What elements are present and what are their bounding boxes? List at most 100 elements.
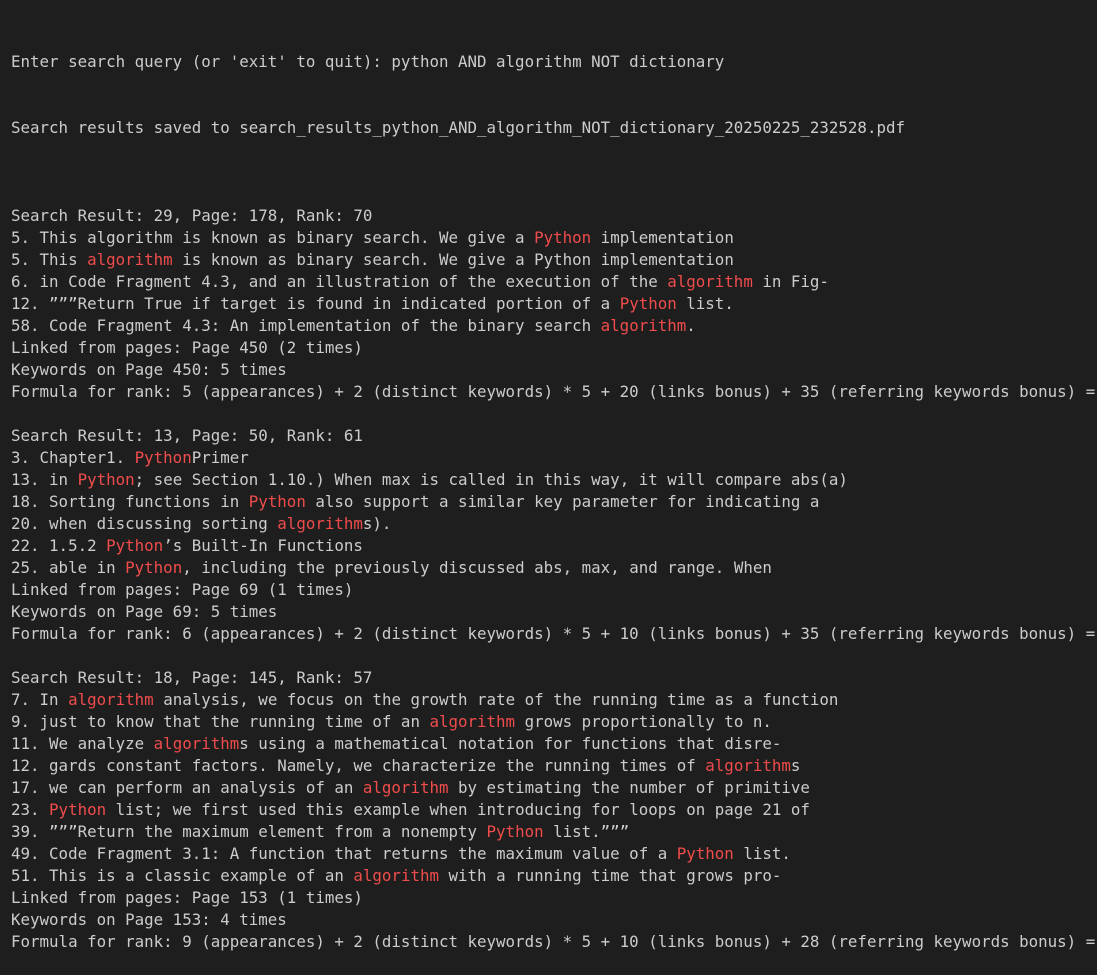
keyword-highlight: algorithm xyxy=(277,514,363,533)
keyword-highlight: Python xyxy=(77,470,135,489)
matched-snippet-line: 11. We analyze algorithms using a mathem… xyxy=(11,733,1097,755)
snippet-text: list. xyxy=(676,294,734,313)
snippet-text: s). xyxy=(362,514,392,533)
search-result-block: Search Result: 29, Page: 178, Rank: 70 5.… xyxy=(11,183,1097,403)
terminal-output[interactable]: Enter search query (or 'exit' to quit): … xyxy=(11,7,1097,951)
keyword-highlight: algorithm xyxy=(87,250,173,269)
snippet-text: 17. we can perform an analysis of an xyxy=(11,778,363,797)
snippet-text: 7. In xyxy=(11,690,69,709)
snippet-text: 12. ”””Return True if target is found in… xyxy=(11,294,620,313)
snippet-text: by estimating the number of primitive xyxy=(448,778,810,797)
snippet-text: implementation xyxy=(591,228,734,247)
keyword-highlight: algorithm xyxy=(705,756,791,775)
matched-snippet-line: 12. ”””Return True if target is found in… xyxy=(11,293,1097,315)
snippet-text: . xyxy=(686,316,696,335)
keyword-highlight: Python xyxy=(125,558,183,577)
keyword-highlight: algorithm xyxy=(429,712,516,731)
rank-formula-line: Formula for rank: 9 (appearances) + 2 (d… xyxy=(11,932,1097,951)
matched-snippet-line: 13. in Python; see Section 1.10.) When m… xyxy=(11,469,1097,491)
page-keywords-line: Keywords on Page 153: 4 times xyxy=(11,910,287,929)
snippet-text: s using a mathematical notation for func… xyxy=(239,734,782,753)
snippet-text: , including the previously discussed abs… xyxy=(182,558,772,577)
search-prompt-line: Enter search query (or 'exit' to quit): … xyxy=(11,52,725,71)
keyword-highlight: algorithm xyxy=(667,272,753,291)
snippet-text: in Fig- xyxy=(752,272,829,291)
snippet-text: s xyxy=(790,756,801,775)
matched-snippet-line: 5. This algorithm is known as binary sea… xyxy=(11,227,1097,249)
snippet-text: 5. This algorithm is known as binary sea… xyxy=(11,228,535,247)
matched-snippet-line: 22. 1.5.2 Python’s Built-In Functions xyxy=(11,535,1097,557)
matched-snippet-line: 3. Chapter1. PythonPrimer xyxy=(11,447,1097,469)
snippet-text: 11. We analyze xyxy=(11,734,154,753)
keyword-highlight: Python xyxy=(106,536,164,555)
matched-snippet-line: 6. in Code Fragment 4.3, and an illustra… xyxy=(11,271,1097,293)
snippet-text: 3. Chapter1. xyxy=(11,448,135,467)
snippet-text: is known as binary search. We give a Pyt… xyxy=(172,250,734,269)
matched-snippet-line: 18. Sorting functions in Python also sup… xyxy=(11,491,1097,513)
keyword-highlight: Python xyxy=(619,294,677,313)
matched-snippet-line: 51. This is a classic example of an algo… xyxy=(11,865,1097,887)
result-header: Search Result: 13, Page: 50, Rank: 61 xyxy=(11,426,363,445)
keyword-highlight: Python xyxy=(486,822,544,841)
snippet-text: 25. able in xyxy=(11,558,126,577)
matched-snippet-line: 7. In algorithm analysis, we focus on th… xyxy=(11,689,1097,711)
keyword-highlight: algorithm xyxy=(362,778,449,797)
keyword-highlight: Python xyxy=(49,800,107,819)
snippet-text: 23. xyxy=(11,800,50,819)
keyword-highlight: algorithm xyxy=(68,690,154,709)
snippet-text: 13. in xyxy=(11,470,78,489)
keyword-highlight: Python xyxy=(676,844,734,863)
snippet-text: 39. ”””Return the maximum element from a… xyxy=(11,822,487,841)
snippet-text: 58. Code Fragment 4.3: An implementation… xyxy=(11,316,601,335)
matched-snippet-line: 9. just to know that the running time of… xyxy=(11,711,1097,733)
snippet-text: list. xyxy=(733,844,791,863)
matched-snippet-line: 39. ”””Return the maximum element from a… xyxy=(11,821,1097,843)
matched-snippet-line: 5. This algorithm is known as binary sea… xyxy=(11,249,1097,271)
linked-pages-line: Linked from pages: Page 69 (1 times) xyxy=(11,580,354,599)
matched-snippet-line: 23. Python list; we first used this exam… xyxy=(11,799,1097,821)
matched-snippet-line: 20. when discussing sorting algorithms). xyxy=(11,513,1097,535)
matched-snippet-line: 17. we can perform an analysis of an alg… xyxy=(11,777,1097,799)
snippet-text: 51. This is a classic example of an xyxy=(11,866,354,885)
snippet-text: list; we first used this example when in… xyxy=(106,800,810,819)
page-keywords-line: Keywords on Page 450: 5 times xyxy=(11,360,287,379)
snippet-text: with a running time that grows pro- xyxy=(439,866,782,885)
snippet-text: list.””” xyxy=(543,822,630,841)
snippet-text: 20. when discussing sorting xyxy=(11,514,278,533)
snippet-text: 9. just to know that the running time of… xyxy=(11,712,430,731)
snippet-text: Primer xyxy=(191,448,249,467)
snippet-text: analysis, we focus on the growth rate of… xyxy=(153,690,839,709)
rank-formula-line: Formula for rank: 6 (appearances) + 2 (d… xyxy=(11,624,1097,643)
snippet-text: grows proportionally to n. xyxy=(515,712,772,731)
result-header: Search Result: 18, Page: 145, Rank: 57 xyxy=(11,668,373,687)
snippet-text: 12. gards constant factors. Namely, we c… xyxy=(11,756,706,775)
snippet-text: 5. This xyxy=(11,250,88,269)
search-result-block: Search Result: 18, Page: 145, Rank: 57 7.… xyxy=(11,645,1097,953)
search-results-list: Search Result: 29, Page: 178, Rank: 70 5.… xyxy=(11,183,1097,953)
keyword-highlight: algorithm xyxy=(153,734,240,753)
search-result-block: Search Result: 13, Page: 50, Rank: 61 3. … xyxy=(11,403,1097,645)
keyword-highlight: algorithm xyxy=(600,316,687,335)
rank-formula-line: Formula for rank: 5 (appearances) + 2 (d… xyxy=(11,382,1097,401)
snippet-text: ’s Built-In Functions xyxy=(163,536,363,555)
keyword-highlight: Python xyxy=(248,492,306,511)
keyword-highlight: algorithm xyxy=(353,866,439,885)
keyword-highlight: Python xyxy=(134,448,192,467)
page-keywords-line: Keywords on Page 69: 5 times xyxy=(11,602,278,621)
matched-snippet-line: 49. Code Fragment 3.1: A function that r… xyxy=(11,843,1097,865)
matched-snippet-line: 25. able in Python, including the previo… xyxy=(11,557,1097,579)
matched-snippet-line: 12. gards constant factors. Namely, we c… xyxy=(11,755,1097,777)
matched-snippet-line: 58. Code Fragment 4.3: An implementation… xyxy=(11,315,1097,337)
snippet-text: also support a similar key parameter for… xyxy=(305,492,820,511)
snippet-text: 6. in Code Fragment 4.3, and an illustra… xyxy=(11,272,668,291)
snippet-text: 18. Sorting functions in xyxy=(11,492,249,511)
keyword-highlight: Python xyxy=(534,228,592,247)
snippet-text: 22. 1.5.2 xyxy=(11,536,107,555)
linked-pages-line: Linked from pages: Page 450 (2 times) xyxy=(11,338,363,357)
snippet-text: 49. Code Fragment 3.1: A function that r… xyxy=(11,844,677,863)
linked-pages-line: Linked from pages: Page 153 (1 times) xyxy=(11,888,363,907)
saved-file-message: Search results saved to search_results_p… xyxy=(11,118,905,137)
